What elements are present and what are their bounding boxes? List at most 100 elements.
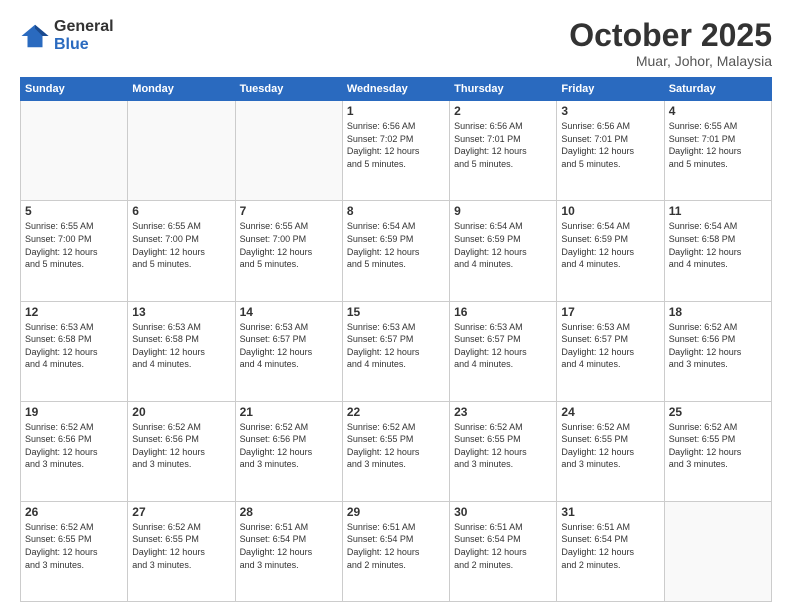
- table-row: 19Sunrise: 6:52 AM Sunset: 6:56 PM Dayli…: [21, 401, 128, 501]
- day-info: Sunrise: 6:52 AM Sunset: 6:55 PM Dayligh…: [347, 421, 445, 471]
- day-number: 12: [25, 305, 123, 319]
- day-number: 11: [669, 204, 767, 218]
- table-row: 4 Sunrise: 6:55 AM Sunset: 7:01 PM Daylig…: [664, 101, 771, 201]
- day-info: Sunrise: 6:53 AM Sunset: 6:57 PM Dayligh…: [240, 321, 338, 371]
- title-block: October 2025 Muar, Johor, Malaysia: [569, 18, 772, 69]
- day-info: Sunrise: 6:53 AM Sunset: 6:57 PM Dayligh…: [347, 321, 445, 371]
- table-row: 8Sunrise: 6:54 AM Sunset: 6:59 PM Daylig…: [342, 201, 449, 301]
- calendar-week-row: 26 Sunrise: 6:52 AM Sunset: 6:55 PM Dayli…: [21, 501, 772, 601]
- day-info: Sunrise: 6:53 AM Sunset: 6:58 PM Dayligh…: [132, 321, 230, 371]
- day-number: 15: [347, 305, 445, 319]
- day-info: Sunrise: 6:51 AM Sunset: 6:54 PM Dayligh…: [240, 521, 338, 571]
- table-row: 22 Sunrise: 6:52 AM Sunset: 6:55 PM Dayli…: [342, 401, 449, 501]
- col-wednesday: Wednesday: [342, 78, 449, 101]
- day-number: 17: [561, 305, 659, 319]
- day-info: Sunrise: 6:52 AM Sunset: 6:55 PM Dayligh…: [669, 421, 767, 471]
- table-row: 26 Sunrise: 6:52 AM Sunset: 6:55 PM Dayli…: [21, 501, 128, 601]
- col-tuesday: Tuesday: [235, 78, 342, 101]
- table-row: 23Sunrise: 6:52 AM Sunset: 6:55 PM Dayli…: [450, 401, 557, 501]
- day-info: Sunrise: 6:52 AM Sunset: 6:56 PM Dayligh…: [240, 421, 338, 471]
- day-number: 3: [561, 104, 659, 118]
- day-info: Sunrise: 6:52 AM Sunset: 6:55 PM Dayligh…: [454, 421, 552, 471]
- table-row: 24 Sunrise: 6:52 AM Sunset: 6:55 PM Dayli…: [557, 401, 664, 501]
- calendar-week-row: 12 Sunrise: 6:53 AM Sunset: 6:58 PM Dayli…: [21, 301, 772, 401]
- table-row: 2 Sunrise: 6:56 AM Sunset: 7:01 PM Daylig…: [450, 101, 557, 201]
- table-row: 31Sunrise: 6:51 AM Sunset: 6:54 PM Dayli…: [557, 501, 664, 601]
- table-row: 27 Sunrise: 6:52 AM Sunset: 6:55 PM Dayli…: [128, 501, 235, 601]
- day-info: Sunrise: 6:56 AM Sunset: 7:01 PM Dayligh…: [454, 120, 552, 170]
- day-number: 27: [132, 505, 230, 519]
- day-number: 25: [669, 405, 767, 419]
- table-row: 30Sunrise: 6:51 AM Sunset: 6:54 PM Dayli…: [450, 501, 557, 601]
- day-info: Sunrise: 6:53 AM Sunset: 6:58 PM Dayligh…: [25, 321, 123, 371]
- calendar-header-row: Sunday Monday Tuesday Wednesday Thursday…: [21, 78, 772, 101]
- logo-blue-text: Blue: [54, 36, 114, 54]
- day-number: 8: [347, 204, 445, 218]
- day-number: 18: [669, 305, 767, 319]
- day-number: 30: [454, 505, 552, 519]
- calendar-week-row: 1Sunrise: 6:56 AM Sunset: 7:02 PM Daylig…: [21, 101, 772, 201]
- day-number: 7: [240, 204, 338, 218]
- table-row: 21 Sunrise: 6:52 AM Sunset: 6:56 PM Dayli…: [235, 401, 342, 501]
- col-friday: Friday: [557, 78, 664, 101]
- table-row: 7 Sunrise: 6:55 AM Sunset: 7:00 PM Daylig…: [235, 201, 342, 301]
- calendar-week-row: 5 Sunrise: 6:55 AM Sunset: 7:00 PM Daylig…: [21, 201, 772, 301]
- day-info: Sunrise: 6:52 AM Sunset: 6:55 PM Dayligh…: [561, 421, 659, 471]
- table-row: 25 Sunrise: 6:52 AM Sunset: 6:55 PM Dayli…: [664, 401, 771, 501]
- day-number: 2: [454, 104, 552, 118]
- day-number: 26: [25, 505, 123, 519]
- table-row: 20 Sunrise: 6:52 AM Sunset: 6:56 PM Dayli…: [128, 401, 235, 501]
- day-info: Sunrise: 6:52 AM Sunset: 6:55 PM Dayligh…: [25, 521, 123, 571]
- table-row: [664, 501, 771, 601]
- day-number: 6: [132, 204, 230, 218]
- col-monday: Monday: [128, 78, 235, 101]
- table-row: 9 Sunrise: 6:54 AM Sunset: 6:59 PM Daylig…: [450, 201, 557, 301]
- table-row: 17 Sunrise: 6:53 AM Sunset: 6:57 PM Dayli…: [557, 301, 664, 401]
- calendar-week-row: 19Sunrise: 6:52 AM Sunset: 6:56 PM Dayli…: [21, 401, 772, 501]
- day-number: 9: [454, 204, 552, 218]
- logo-text: General Blue: [54, 18, 114, 53]
- table-row: 12 Sunrise: 6:53 AM Sunset: 6:58 PM Dayli…: [21, 301, 128, 401]
- day-info: Sunrise: 6:52 AM Sunset: 6:56 PM Dayligh…: [132, 421, 230, 471]
- table-row: 11 Sunrise: 6:54 AM Sunset: 6:58 PM Dayli…: [664, 201, 771, 301]
- day-info: Sunrise: 6:54 AM Sunset: 6:59 PM Dayligh…: [454, 220, 552, 270]
- table-row: 5 Sunrise: 6:55 AM Sunset: 7:00 PM Daylig…: [21, 201, 128, 301]
- day-number: 1: [347, 104, 445, 118]
- table-row: 18Sunrise: 6:52 AM Sunset: 6:56 PM Dayli…: [664, 301, 771, 401]
- day-info: Sunrise: 6:54 AM Sunset: 6:59 PM Dayligh…: [561, 220, 659, 270]
- day-info: Sunrise: 6:53 AM Sunset: 6:57 PM Dayligh…: [561, 321, 659, 371]
- col-saturday: Saturday: [664, 78, 771, 101]
- table-row: 29 Sunrise: 6:51 AM Sunset: 6:54 PM Dayli…: [342, 501, 449, 601]
- day-number: 10: [561, 204, 659, 218]
- day-number: 4: [669, 104, 767, 118]
- page: General Blue October 2025 Muar, Johor, M…: [0, 0, 792, 612]
- day-info: Sunrise: 6:54 AM Sunset: 6:58 PM Dayligh…: [669, 220, 767, 270]
- col-thursday: Thursday: [450, 78, 557, 101]
- day-number: 29: [347, 505, 445, 519]
- day-number: 22: [347, 405, 445, 419]
- table-row: [128, 101, 235, 201]
- day-number: 16: [454, 305, 552, 319]
- day-info: Sunrise: 6:53 AM Sunset: 6:57 PM Dayligh…: [454, 321, 552, 371]
- day-number: 5: [25, 204, 123, 218]
- day-number: 24: [561, 405, 659, 419]
- day-info: Sunrise: 6:55 AM Sunset: 7:00 PM Dayligh…: [240, 220, 338, 270]
- day-number: 21: [240, 405, 338, 419]
- logo-icon: [20, 21, 50, 51]
- day-info: Sunrise: 6:52 AM Sunset: 6:56 PM Dayligh…: [25, 421, 123, 471]
- day-info: Sunrise: 6:55 AM Sunset: 7:00 PM Dayligh…: [25, 220, 123, 270]
- table-row: 3Sunrise: 6:56 AM Sunset: 7:01 PM Daylig…: [557, 101, 664, 201]
- table-row: 28Sunrise: 6:51 AM Sunset: 6:54 PM Dayli…: [235, 501, 342, 601]
- table-row: 1Sunrise: 6:56 AM Sunset: 7:02 PM Daylig…: [342, 101, 449, 201]
- calendar-table: Sunday Monday Tuesday Wednesday Thursday…: [20, 77, 772, 602]
- day-number: 20: [132, 405, 230, 419]
- day-info: Sunrise: 6:51 AM Sunset: 6:54 PM Dayligh…: [347, 521, 445, 571]
- table-row: 16 Sunrise: 6:53 AM Sunset: 6:57 PM Dayli…: [450, 301, 557, 401]
- day-number: 14: [240, 305, 338, 319]
- location: Muar, Johor, Malaysia: [569, 53, 772, 69]
- day-info: Sunrise: 6:55 AM Sunset: 7:01 PM Dayligh…: [669, 120, 767, 170]
- day-info: Sunrise: 6:52 AM Sunset: 6:55 PM Dayligh…: [132, 521, 230, 571]
- col-sunday: Sunday: [21, 78, 128, 101]
- day-number: 31: [561, 505, 659, 519]
- logo: General Blue: [20, 18, 114, 53]
